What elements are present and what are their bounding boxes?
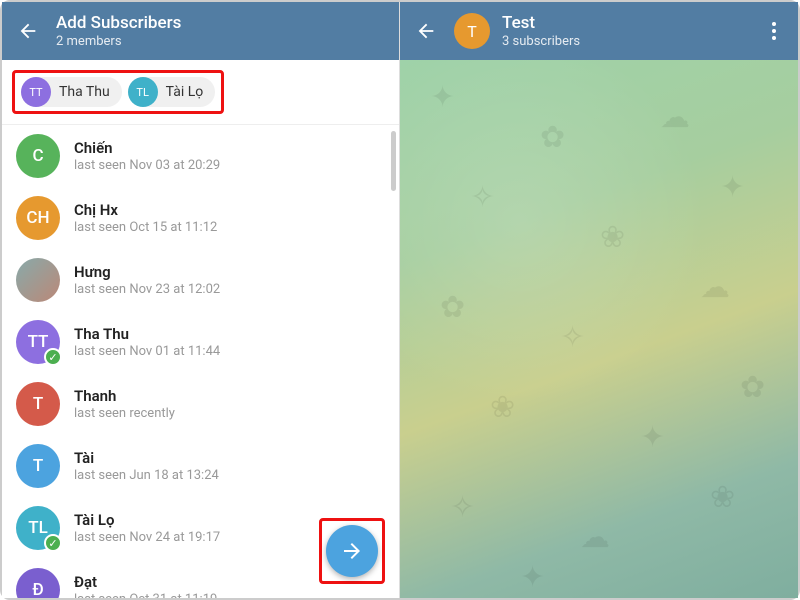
contact-row[interactable]: Hưng last seen Nov 23 at 12:02	[2, 249, 399, 311]
scrollbar[interactable]	[391, 131, 396, 191]
avatar: TT ✓	[16, 320, 60, 364]
chip-avatar: TL	[128, 77, 158, 107]
arrow-right-icon	[340, 539, 364, 563]
contact-status: last seen Nov 23 at 12:02	[74, 282, 220, 297]
appbar-subtitle: 2 members	[56, 34, 181, 49]
contact-name: Chị Hx	[74, 201, 217, 219]
chip[interactable]: TL Tài Lọ	[128, 77, 216, 107]
contact-name: Hưng	[74, 263, 220, 281]
contact-name: Tài Lọ	[74, 511, 220, 529]
contact-row[interactable]: C Chiến last seen Nov 03 at 20:29	[2, 125, 399, 187]
dot-icon	[772, 29, 776, 33]
add-subscribers-panel: Add Subscribers 2 members TT Tha Thu TL …	[2, 2, 400, 598]
chip-label: Tha Thu	[59, 84, 110, 100]
arrow-left-icon	[17, 20, 39, 42]
chat-background: ✦ ✿ ☁ ✧ ❀ ✦ ✿ ✧ ☁ ❀ ✦ ✿ ✧ ☁ ❀ ✦	[400, 60, 798, 598]
contact-name: Tha Thu	[74, 325, 220, 343]
channel-title: Test	[502, 13, 580, 33]
confirm-fab[interactable]	[326, 525, 378, 577]
selected-chips-area: TT Tha Thu TL Tài Lọ	[2, 60, 399, 125]
contact-row[interactable]: CH Chị Hx last seen Oct 15 at 11:12	[2, 187, 399, 249]
avatar: Đ	[16, 568, 60, 598]
contact-status: last seen Nov 03 at 20:29	[74, 158, 220, 173]
back-button[interactable]	[14, 17, 42, 45]
contact-status: last seen Jun 18 at 13:24	[74, 468, 219, 483]
channel-subtitle: 3 subscribers	[502, 34, 580, 49]
contact-name: Chiến	[74, 139, 220, 157]
contact-status: last seen Oct 31 at 11:19	[74, 592, 217, 598]
contact-row[interactable]: TT ✓ Tha Thu last seen Nov 01 at 11:44	[2, 311, 399, 373]
contact-status: last seen recently	[74, 406, 175, 421]
appbar-title: Add Subscribers	[56, 13, 181, 33]
channel-avatar[interactable]: T	[454, 13, 490, 49]
more-menu-button[interactable]	[762, 22, 786, 40]
check-icon: ✓	[44, 534, 62, 552]
contact-row[interactable]: T Thanh last seen recently	[2, 373, 399, 435]
selected-chips-highlight: TT Tha Thu TL Tài Lọ	[12, 70, 224, 114]
arrow-left-icon	[415, 20, 437, 42]
appbar-left: Add Subscribers 2 members	[2, 2, 399, 60]
back-button[interactable]	[412, 17, 440, 45]
dot-icon	[772, 22, 776, 26]
chip[interactable]: TT Tha Thu	[21, 77, 122, 107]
avatar: C	[16, 134, 60, 178]
avatar: T	[16, 444, 60, 488]
contact-status: last seen Nov 01 at 11:44	[74, 344, 220, 359]
dot-icon	[772, 36, 776, 40]
contact-name: Tài	[74, 449, 219, 467]
avatar: TL ✓	[16, 506, 60, 550]
channel-panel: T Test 3 subscribers ✦ ✿ ☁ ✧ ❀ ✦ ✿ ✧ ☁ ❀…	[400, 2, 798, 598]
avatar: T	[16, 382, 60, 426]
contact-status: last seen Oct 15 at 11:12	[74, 220, 217, 235]
chip-avatar: TT	[21, 77, 51, 107]
chip-label: Tài Lọ	[166, 84, 204, 100]
fab-highlight	[319, 518, 385, 584]
avatar: CH	[16, 196, 60, 240]
check-icon: ✓	[44, 348, 62, 366]
appbar-right: T Test 3 subscribers	[400, 2, 798, 60]
contact-name: Đạt	[74, 573, 217, 591]
contact-name: Thanh	[74, 387, 175, 405]
contact-row[interactable]: T Tài last seen Jun 18 at 13:24	[2, 435, 399, 497]
contact-status: last seen Nov 24 at 19:17	[74, 530, 220, 545]
avatar-photo	[16, 258, 60, 302]
